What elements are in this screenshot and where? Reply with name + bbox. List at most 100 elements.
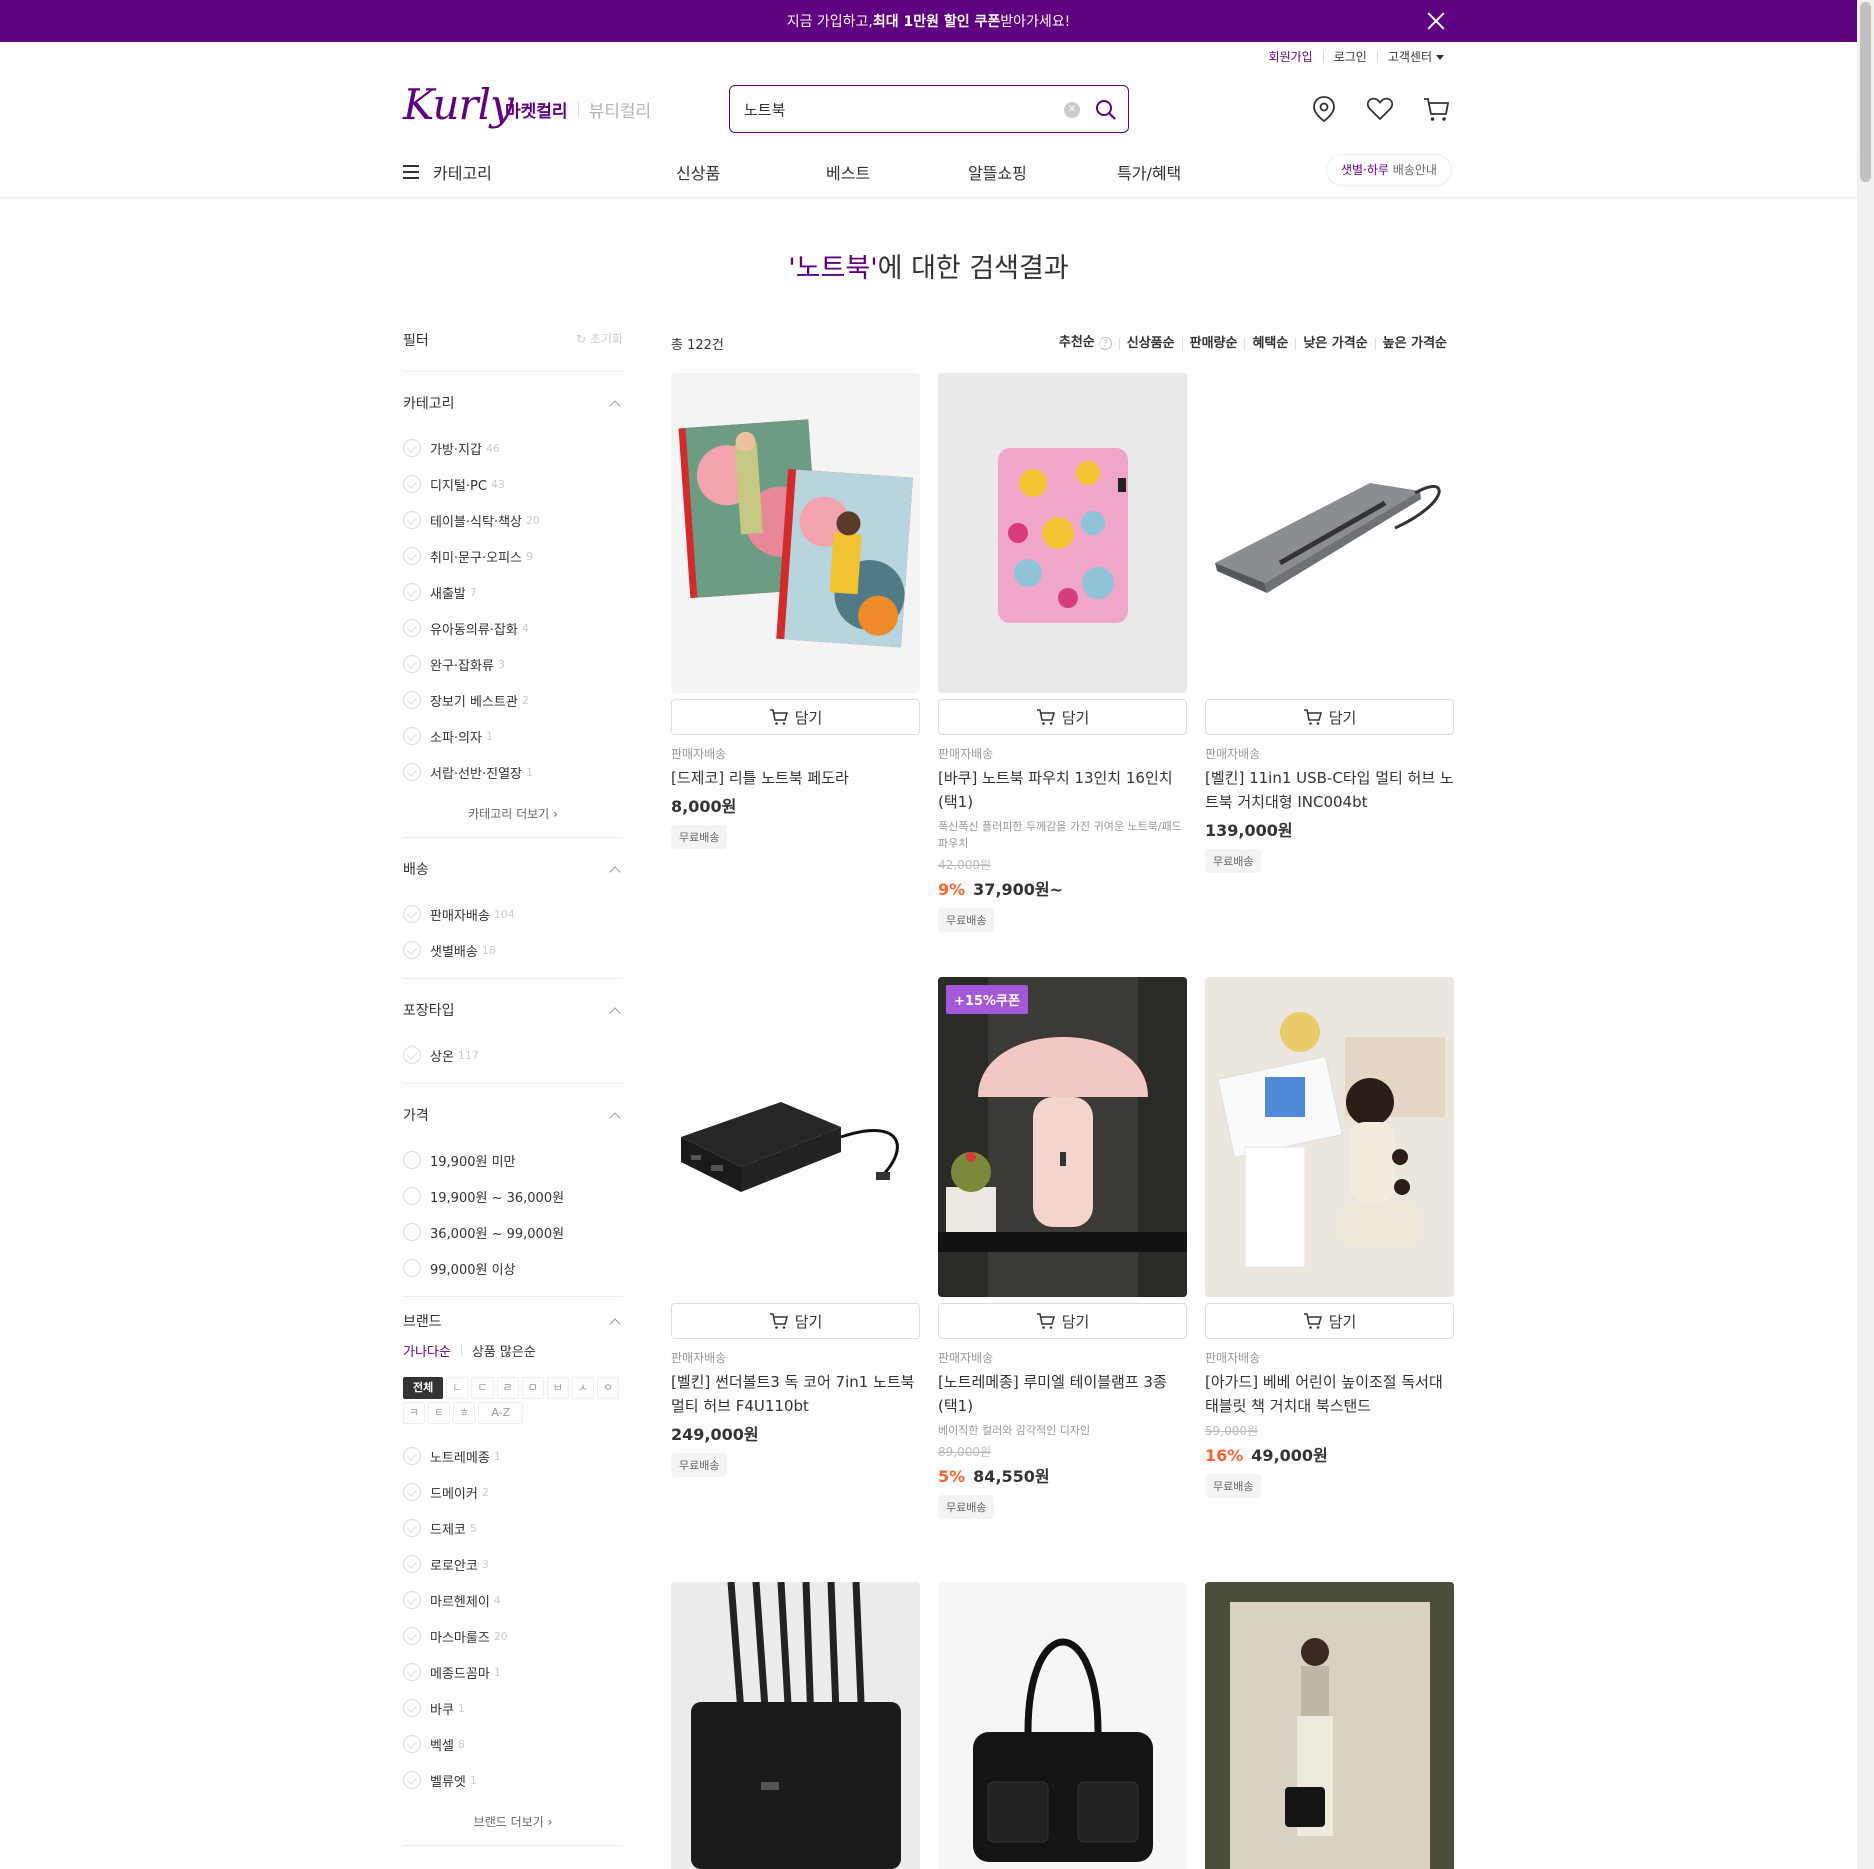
product-image[interactable] xyxy=(938,1582,1187,1869)
radio-icon[interactable] xyxy=(403,1151,421,1169)
promo-banner[interactable]: 지금 가입하고, 최대 1만원 할인 쿠폰 받아가세요! xyxy=(0,0,1857,42)
brand-initial-chip[interactable]: ㅇ xyxy=(597,1377,620,1399)
brand-initial-chip[interactable]: 전체 xyxy=(403,1377,444,1399)
filter-option[interactable]: 디지털·PC 43 xyxy=(403,466,623,502)
check-circle-icon[interactable] xyxy=(403,547,421,565)
brand-sort-alpha[interactable]: 가나다순 xyxy=(403,1341,451,1369)
filter-section-category[interactable]: 카테고리 xyxy=(403,372,623,430)
delivery-info-button[interactable]: 샛별·하루 배송안내 xyxy=(1326,154,1452,186)
nav-best[interactable]: 베스트 xyxy=(826,160,870,184)
product-name[interactable]: [바쿠] 노트북 파우치 13인치 16인치 (택1) xyxy=(938,766,1187,814)
brand-initial-chip[interactable]: ㅎ xyxy=(453,1402,476,1424)
brand-initial-chip[interactable]: ㅋ xyxy=(403,1402,426,1424)
check-circle-icon[interactable] xyxy=(403,1046,421,1064)
product-image[interactable] xyxy=(1205,1582,1454,1869)
add-to-cart-button[interactable]: 담기 xyxy=(1205,699,1454,735)
sort-option[interactable]: 높은 가격순 xyxy=(1374,337,1454,350)
check-circle-icon[interactable] xyxy=(403,1699,421,1717)
filter-option[interactable]: 99,000원 이상 xyxy=(403,1250,623,1286)
check-circle-icon[interactable] xyxy=(403,619,421,637)
product-image[interactable] xyxy=(1205,977,1454,1297)
filter-option[interactable]: 로로안코 3 xyxy=(403,1546,623,1582)
filter-option[interactable]: 19,900원 ~ 36,000원 xyxy=(403,1178,623,1214)
product-card[interactable]: +15%쿠폰 담기 판매자배송 [노트레메종] 루미엘 테이블램프 3종 (택1) 베이… xyxy=(938,977,1187,1519)
filter-option[interactable]: 벡셀 8 xyxy=(403,1726,623,1762)
check-circle-icon[interactable] xyxy=(403,727,421,745)
cart-icon[interactable] xyxy=(1421,94,1451,124)
check-circle-icon[interactable] xyxy=(403,1447,421,1465)
filter-option[interactable]: 가방·지갑 46 xyxy=(403,430,623,466)
product-image[interactable] xyxy=(671,977,920,1297)
check-circle-icon[interactable] xyxy=(403,1771,421,1789)
product-name[interactable]: [벨킨] 11in1 USB-C타입 멀티 허브 노트북 거치대형 INC004… xyxy=(1205,766,1454,814)
filter-section-package[interactable]: 포장타입 xyxy=(403,979,623,1037)
signup-link[interactable]: 회원가입 xyxy=(1259,51,1323,63)
customer-center-link[interactable]: 고객센터 xyxy=(1376,51,1454,63)
filter-option[interactable]: 테이블·식탁·책상 20 xyxy=(403,502,623,538)
product-card[interactable]: 담기 판매자배송 [드제코] 리틀 노트북 페도라 8,000원 무료배송 xyxy=(671,373,920,849)
brand-initial-chip[interactable]: ㄷ xyxy=(471,1377,494,1399)
location-icon[interactable] xyxy=(1309,94,1339,124)
check-circle-icon[interactable] xyxy=(403,1663,421,1681)
product-name[interactable]: [드제코] 리틀 노트북 페도라 xyxy=(671,766,920,790)
filter-option[interactable]: 상온 117 xyxy=(403,1037,623,1073)
brand-initial-chip[interactable]: ㄹ xyxy=(496,1377,519,1399)
filter-option[interactable]: 벨류엣 1 xyxy=(403,1762,623,1798)
tab-market-kurly[interactable]: 마켓컬리 xyxy=(505,97,568,122)
search-icon[interactable] xyxy=(1094,98,1118,122)
filter-option[interactable]: 마스마룰즈 20 xyxy=(403,1618,623,1654)
check-circle-icon[interactable] xyxy=(403,1627,421,1645)
filter-option[interactable]: 드메이커 2 xyxy=(403,1474,623,1510)
close-icon[interactable] xyxy=(1425,10,1447,32)
check-circle-icon[interactable] xyxy=(403,941,421,959)
filter-option[interactable]: 메종드꼼마 1 xyxy=(403,1654,623,1690)
check-circle-icon[interactable] xyxy=(403,511,421,529)
filter-option[interactable]: 마르헨제이 4 xyxy=(403,1582,623,1618)
check-circle-icon[interactable] xyxy=(403,1591,421,1609)
filter-option[interactable]: 서랍·선반·진열장 1 xyxy=(403,754,623,790)
filter-reset-button[interactable]: ↻ 초기화 xyxy=(576,330,623,371)
filter-option[interactable]: 완구·잡화류 3 xyxy=(403,646,623,682)
add-to-cart-button[interactable]: 담기 xyxy=(938,699,1187,735)
search-input[interactable] xyxy=(744,96,1044,122)
brand-initial-chip[interactable]: ㅌ xyxy=(428,1402,451,1424)
check-circle-icon[interactable] xyxy=(403,763,421,781)
product-image[interactable] xyxy=(671,373,920,693)
product-card[interactable]: 담기 판매자배송 [벨킨] 썬더볼트3 독 코어 7in1 노트북 멀티 허브 F4… xyxy=(671,977,920,1477)
scrollbar-thumb[interactable] xyxy=(1860,2,1871,182)
product-image[interactable] xyxy=(1205,373,1454,693)
brand-initial-chip[interactable]: ㅁ xyxy=(521,1377,544,1399)
product-image[interactable]: +15%쿠폰 xyxy=(938,977,1187,1297)
add-to-cart-button[interactable]: 담기 xyxy=(671,1303,920,1339)
sort-option[interactable]: 신상품순 xyxy=(1118,337,1182,350)
filter-option[interactable]: 새출발 7 xyxy=(403,574,623,610)
add-to-cart-button[interactable]: 담기 xyxy=(938,1303,1187,1339)
filter-option[interactable]: 소파·의자 1 xyxy=(403,718,623,754)
filter-option[interactable]: 장보기 베스트관 2 xyxy=(403,682,623,718)
check-circle-icon[interactable] xyxy=(403,1483,421,1501)
filter-option[interactable]: 판매자배송 104 xyxy=(403,896,623,932)
nav-special[interactable]: 특가/혜택 xyxy=(1117,160,1181,184)
kurly-logo[interactable]: Kurly xyxy=(403,80,514,129)
heart-icon[interactable] xyxy=(1365,94,1395,124)
product-name[interactable]: [노트레메종] 루미엘 테이블램프 3종 (택1) xyxy=(938,1370,1187,1418)
check-circle-icon[interactable] xyxy=(403,905,421,923)
filter-option[interactable]: 취미·문구·오피스 9 xyxy=(403,538,623,574)
filter-section-delivery[interactable]: 배송 xyxy=(403,838,623,896)
sort-option[interactable]: 낮은 가격순 xyxy=(1295,337,1374,350)
filter-option[interactable]: 19,900원 미만 xyxy=(403,1142,623,1178)
add-to-cart-button[interactable]: 담기 xyxy=(1205,1303,1454,1339)
product-name[interactable]: [아가드] 베베 어린이 높이조절 독서대 태블릿 책 거치대 북스탠드 xyxy=(1205,1370,1454,1418)
sort-option[interactable]: 판매량순 xyxy=(1181,337,1245,350)
filter-section-price[interactable]: 가격 xyxy=(403,1084,623,1142)
filter-section-brand[interactable]: 브랜드 xyxy=(403,1297,623,1341)
check-circle-icon[interactable] xyxy=(403,655,421,673)
tab-beauty-kurly[interactable]: 뷰티컬리 xyxy=(589,97,652,122)
product-image[interactable] xyxy=(938,373,1187,693)
category-more-button[interactable]: 카테고리 더보기 › xyxy=(403,790,623,838)
product-image[interactable] xyxy=(671,1582,920,1869)
product-name[interactable]: [벨킨] 썬더볼트3 독 코어 7in1 노트북 멀티 허브 F4U110bt xyxy=(671,1370,920,1418)
nav-new[interactable]: 신상품 xyxy=(676,160,720,184)
filter-option[interactable]: 노트레메종 1 xyxy=(403,1438,623,1474)
filter-option[interactable]: 바쿠 1 xyxy=(403,1690,623,1726)
